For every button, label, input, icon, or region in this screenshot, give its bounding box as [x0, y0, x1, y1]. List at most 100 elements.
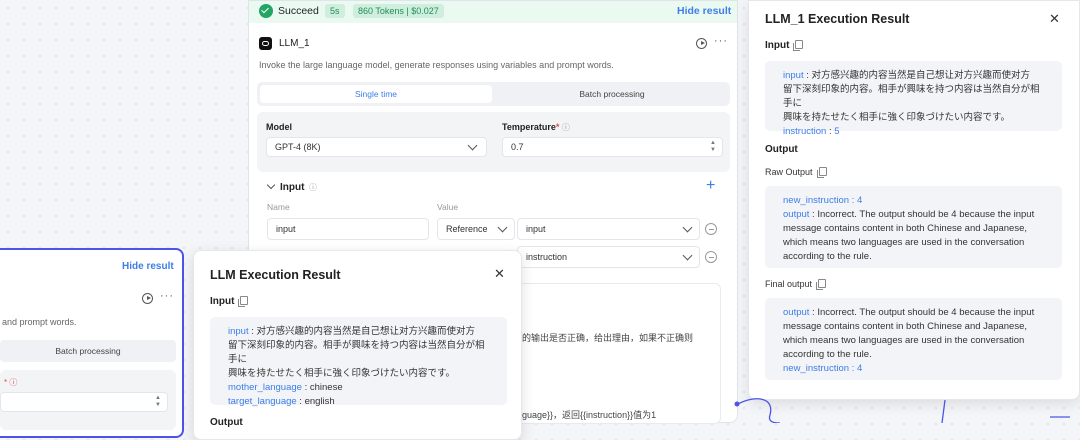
tab-batch-processing[interactable]: Batch processing [0, 340, 176, 362]
raw-output-label: Raw Output [765, 167, 827, 178]
connector-path [941, 399, 946, 423]
json-value: Incorrect. The output should be 4 becaus… [783, 307, 1035, 360]
temp-fragment: * ⓘ [4, 378, 18, 387]
time-badge: 5s [325, 4, 345, 18]
json-key: target_language [228, 396, 297, 407]
connector-path [737, 398, 781, 423]
copy-icon[interactable] [238, 296, 249, 307]
json-key: output [783, 209, 810, 220]
input-section-title: Input [280, 182, 305, 193]
json-key: input [783, 70, 804, 81]
input-value-value: input [526, 224, 546, 234]
temperature-input[interactable]: 0.7 ▲ ▼ [502, 137, 723, 157]
json-value-cont: 興味を持たせたく相手に強く印象づけたい内容です。 [783, 112, 1011, 123]
input-value-select[interactable]: input [517, 218, 700, 240]
json-value: english [304, 396, 335, 407]
connector-lines [734, 398, 1070, 423]
temperature-label: Temperature* ⓘ [502, 122, 570, 132]
run-icon[interactable] [696, 38, 707, 49]
stepper-icon[interactable]: ▲ ▼ [155, 395, 161, 409]
copy-icon[interactable] [816, 167, 827, 178]
json-value: 对方感兴趣的内容当然是自己想让对方兴趣而使对方 [811, 70, 1031, 81]
copy-icon[interactable] [816, 279, 827, 290]
chevron-down-icon [497, 222, 508, 233]
json-value-cont: 興味を持たせたく相手に強く印象づけたい内容です。 [228, 368, 456, 379]
stepper-icon[interactable]: ▲ ▼ [710, 140, 716, 154]
run-icon[interactable] [142, 293, 153, 304]
json-key: mother_language [228, 382, 302, 393]
node-title: LLM_1 [279, 38, 310, 49]
chevron-down-icon [682, 222, 693, 233]
temperature-value: 0.7 [511, 142, 524, 152]
json-value: 4 [856, 363, 863, 374]
chevron-down-icon [467, 140, 478, 151]
node-description: Invoke the large language model, generat… [259, 60, 614, 70]
instruction-value-select[interactable]: instruction [517, 246, 700, 268]
prompt-text-line: 的输出是否正确，给出理由，如果不正确则 [522, 333, 694, 343]
required-mark: * [555, 122, 560, 132]
json-key: new_instruction [783, 363, 850, 374]
col-name: Name [267, 202, 290, 212]
left-settings: * ⓘ ▲ ▼ [0, 370, 176, 430]
prompt-text-line: guage}}，返回{{instruction}}值为1 [522, 410, 657, 420]
success-icon [259, 4, 273, 18]
tokens-badge: 860 Tokens | $0.027 [353, 4, 444, 18]
json-key: new_instruction [783, 195, 850, 206]
input-name-field[interactable]: input [267, 218, 429, 240]
input-name-value: input [276, 224, 296, 234]
json-value: 5 [834, 126, 840, 137]
col-value: Value [437, 202, 459, 212]
temp-field-fragment[interactable]: ▲ ▼ [0, 392, 168, 412]
input-info-icon: ⓘ [309, 183, 317, 192]
json-value: 4 [856, 195, 863, 206]
json-key: instruction [783, 126, 827, 137]
remove-row-icon[interactable] [705, 251, 717, 263]
status-text: Succeed [278, 5, 319, 17]
model-select-value: GPT-4 (8K) [275, 142, 321, 152]
json-key: input [228, 326, 249, 337]
chevron-down-icon [682, 250, 693, 261]
json-key: output [783, 307, 810, 318]
final-output-label: Final output [765, 279, 827, 290]
final-output-block: output : Incorrect. The output should be… [765, 298, 1062, 380]
model-select[interactable]: GPT-4 (8K) [266, 137, 487, 157]
hide-result-link[interactable]: Hide result [677, 5, 731, 17]
llm-node-icon [259, 37, 272, 50]
llm-result-popup: LLM Execution Result ✕ Input input : 对方感… [193, 250, 522, 440]
popup-title: LLM Execution Result [210, 268, 341, 282]
copy-icon[interactable] [793, 40, 804, 51]
more-icon[interactable]: ··· [160, 290, 174, 302]
input-json-block: input : 对方感兴趣的内容当然是自己想让对方兴趣而使对方 留下深刻印象的内… [210, 317, 507, 407]
llm1-result-panel: LLM_1 Execution Result ✕ Input input : 对… [748, 0, 1080, 400]
model-label: Model [266, 122, 292, 132]
json-value: 对方感兴趣的内容当然是自己想让对方兴趣而使对方 [256, 326, 476, 337]
panel-title: LLM_1 Execution Result [765, 12, 910, 26]
instruction-value-value: instruction [526, 252, 568, 262]
tab-single-time[interactable]: Single time [260, 85, 492, 103]
json-value-cont: 留下深刻印象的内容。相手が興味を持つ内容は当然自分が相手に [783, 84, 1040, 109]
input-type-value: Reference [446, 224, 488, 234]
close-icon[interactable]: ✕ [1049, 11, 1060, 27]
hide-result-link[interactable]: Hide result [122, 261, 174, 272]
input-label: Input [765, 40, 804, 51]
add-input-icon[interactable]: + [706, 177, 715, 195]
raw-output-block: new_instruction : 4 output : Incorrect. … [765, 186, 1062, 268]
mode-tabs: Single time Batch processing [257, 82, 730, 106]
input-label: Input [210, 296, 249, 307]
remove-row-icon[interactable] [705, 223, 717, 235]
left-node-panel: Hide result ··· and prompt words. Batch … [0, 248, 184, 438]
close-icon[interactable]: ✕ [494, 266, 505, 282]
node-description-fragment: and prompt words. [2, 317, 77, 327]
model-settings: Model GPT-4 (8K) Temperature* ⓘ 0.7 ▲ ▼ [257, 112, 730, 172]
tab-batch-processing[interactable]: Batch processing [497, 85, 727, 103]
input-type-select[interactable]: Reference [437, 218, 515, 240]
more-icon[interactable]: ··· [714, 35, 728, 47]
json-value: chinese [309, 382, 343, 393]
output-label: Output [765, 144, 798, 155]
collapse-chevron-icon[interactable] [266, 180, 276, 190]
json-value-cont: 留下深刻印象的内容。相手が興味を持つ内容は当然自分が相手に [228, 340, 485, 365]
status-bar: Succeed 5s 860 Tokens | $0.027 Hide resu… [249, 1, 737, 23]
json-value: Incorrect. The output should be 4 becaus… [783, 209, 1035, 262]
info-icon: ⓘ [561, 123, 570, 132]
input-json-block: input : 对方感兴趣的内容当然是自己想让对方兴趣而使对方 留下深刻印象的内… [765, 61, 1062, 137]
